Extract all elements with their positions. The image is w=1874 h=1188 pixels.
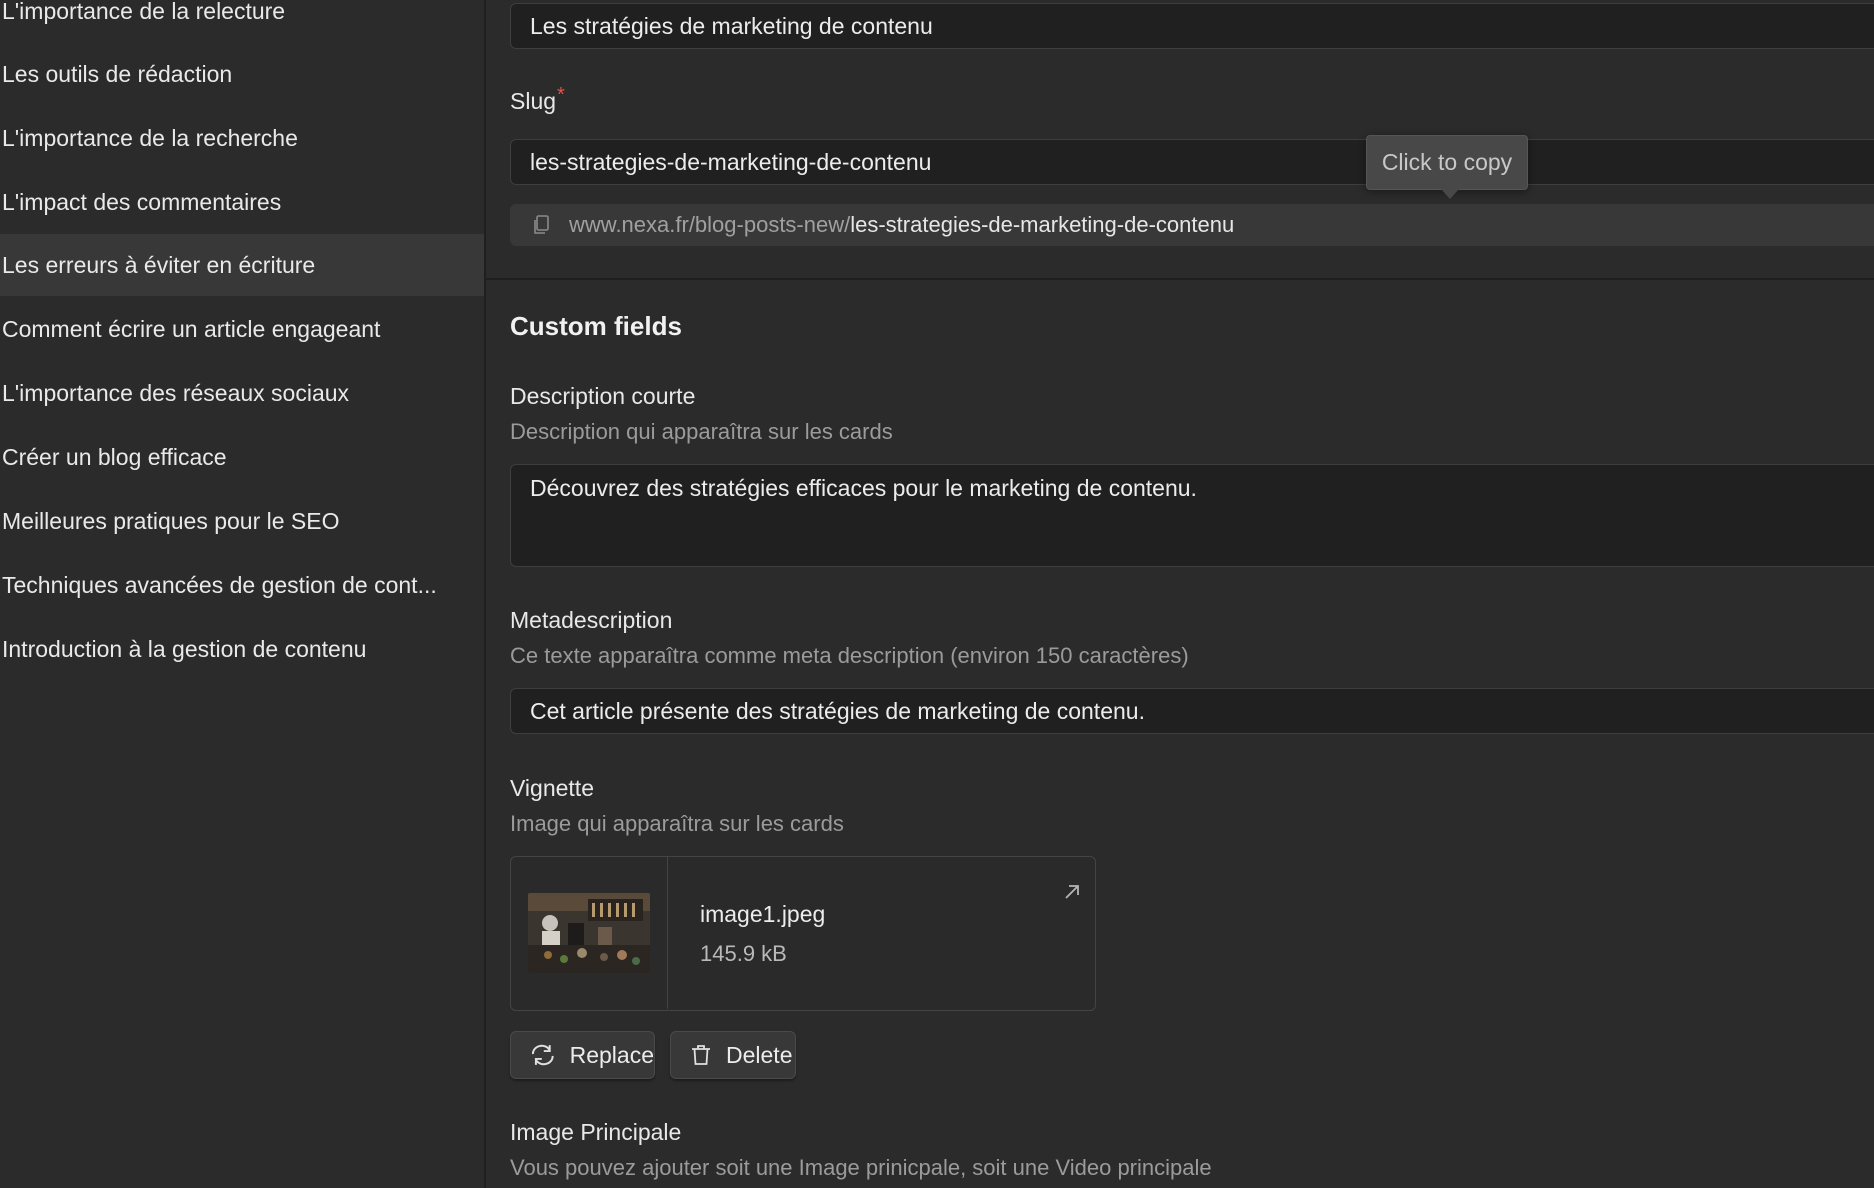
- replace-icon: [531, 1044, 554, 1066]
- slug-input-value: les-strategies-de-marketing-de-contenu: [530, 148, 932, 175]
- sidebar-item-label: L'importance de la relecture: [2, 0, 286, 24]
- slug-label-text: Slug: [510, 88, 557, 114]
- sidebar-item-label: L'importance de la recherche: [2, 124, 298, 151]
- section-title: Custom fields: [510, 311, 682, 341]
- description-value: Découvrez des stratégies efficaces pour …: [530, 475, 1197, 501]
- replace-label: Replace: [569, 1041, 654, 1068]
- metadescription-input[interactable]: Cet article présente des stratégies de m…: [510, 688, 1874, 734]
- sidebar-item[interactable]: L'importance des réseaux sociaux: [0, 362, 484, 424]
- sidebar-item[interactable]: Meilleures pratiques pour le SEO: [0, 490, 484, 552]
- file-size: 145.9 kB: [700, 941, 787, 966]
- url-base: www.nexa.fr/blog-posts-new/: [569, 212, 851, 237]
- slug-url-copy[interactable]: www.nexa.fr/blog-posts-new/les-strategie…: [510, 204, 1874, 246]
- sidebar-item-label: L'importance des réseaux sociaux: [2, 379, 350, 406]
- copy-tooltip: Click to copy: [1366, 135, 1528, 199]
- slug-input[interactable]: les-strategies-de-marketing-de-contenu: [510, 139, 1874, 185]
- replace-button[interactable]: Replace: [510, 1031, 655, 1079]
- sidebar-item[interactable]: L'importance de la relecture: [0, 0, 484, 42]
- sidebar-item-label: Les outils de rédaction: [2, 60, 233, 87]
- sidebar-item-label: Introduction à la gestion de contenu: [2, 635, 367, 662]
- image-principale-hint: Vous pouvez ajouter soit une Image prini…: [510, 1155, 1212, 1180]
- sidebar-item[interactable]: Les outils de rédaction: [0, 43, 484, 105]
- sidebar-item-label: Meilleures pratiques pour le SEO: [2, 507, 340, 534]
- trash-icon: [692, 1045, 710, 1065]
- name-input-value: Les stratégies de marketing de contenu: [530, 12, 933, 39]
- sidebar-item[interactable]: Créer un blog efficace: [0, 426, 484, 488]
- image-principale-label: Image Principale: [510, 1119, 682, 1145]
- name-input[interactable]: Les stratégies de marketing de contenu: [510, 3, 1874, 49]
- delete-button[interactable]: Delete: [670, 1031, 796, 1079]
- description-textarea[interactable]: Découvrez des stratégies efficaces pour …: [510, 464, 1874, 567]
- thumbnail-image: [528, 893, 650, 973]
- sidebar-item-label: L'impact des commentaires: [2, 188, 282, 215]
- vignette-hint: Image qui apparaîtra sur les cards: [510, 811, 844, 836]
- sidebar-item[interactable]: Comment écrire un article engageant: [0, 298, 484, 360]
- url-slug: les-strategies-de-marketing-de-contenu: [850, 212, 1235, 237]
- file-name: image1.jpeg: [700, 901, 826, 927]
- sidebar-item[interactable]: L'impact des commentaires: [0, 171, 484, 233]
- description-label: Description courte: [510, 383, 696, 409]
- delete-label: Delete: [726, 1041, 793, 1068]
- vignette-label: Vignette: [510, 775, 594, 801]
- main-form: Les stratégies de marketing de contenu S…: [486, 0, 1874, 1188]
- sidebar-item-active[interactable]: Les erreurs à éviter en écriture: [0, 234, 484, 296]
- sidebar-item-label: Créer un blog efficace: [2, 443, 227, 470]
- sidebar-item[interactable]: Introduction à la gestion de contenu: [0, 618, 484, 680]
- required-marker: *: [557, 84, 565, 106]
- sidebar-item-label: Comment écrire un article engageant: [2, 315, 381, 342]
- metadescription-value: Cet article présente des stratégies de m…: [530, 697, 1145, 724]
- copy-icon: [534, 215, 549, 234]
- open-external-icon[interactable]: [1061, 881, 1083, 903]
- metadescription-label: Metadescription: [510, 607, 673, 633]
- thumbnail-cell: [511, 857, 668, 1009]
- sidebar: L'importance de la relecture Les outils …: [0, 0, 486, 1188]
- slug-label: Slug*: [510, 84, 565, 115]
- divider: [486, 278, 1874, 280]
- sidebar-item[interactable]: L'importance de la recherche: [0, 107, 484, 169]
- sidebar-item[interactable]: Techniques avancées de gestion de cont..…: [0, 554, 484, 616]
- tooltip-text: Click to copy: [1381, 149, 1513, 175]
- metadescription-hint: Ce texte apparaîtra comme meta descripti…: [510, 643, 1189, 668]
- sidebar-item-label: Techniques avancées de gestion de cont..…: [2, 571, 437, 598]
- sidebar-item-label: Les erreurs à éviter en écriture: [2, 251, 316, 278]
- vignette-asset-card[interactable]: image1.jpeg 145.9 kB: [510, 856, 1096, 1011]
- description-hint: Description qui apparaîtra sur les cards: [510, 419, 893, 444]
